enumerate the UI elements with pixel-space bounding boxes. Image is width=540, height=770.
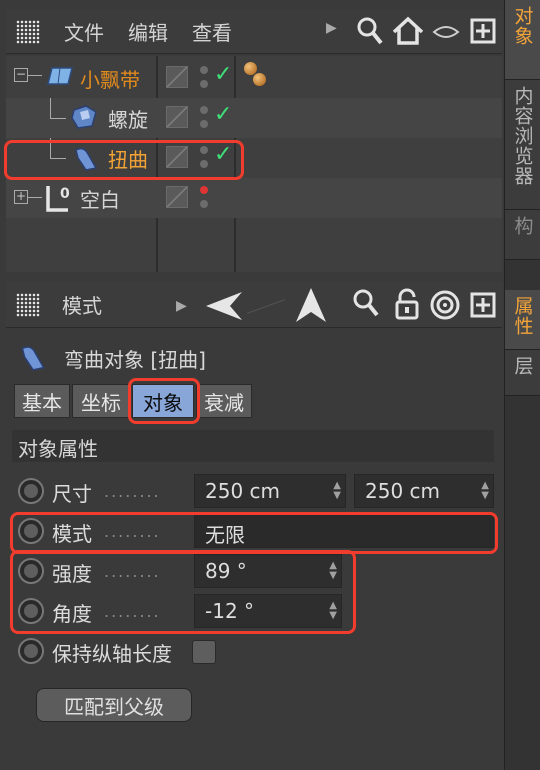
property-keep-length: 保持纵轴长度	[12, 632, 494, 670]
object-row-ribbon[interactable]: − 小飘带 ✓	[6, 58, 502, 98]
size-x-field[interactable]: 250 cm ▲ ▼	[194, 474, 346, 508]
plane-object-icon	[47, 67, 73, 85]
visibility-editor-dot[interactable]	[200, 66, 208, 74]
object-manager-toolbar: 文件 编辑 查看	[6, 10, 502, 54]
size-y-value: 250 cm	[365, 479, 441, 503]
grip-icon[interactable]	[16, 19, 40, 44]
keep-length-checkbox[interactable]	[192, 640, 216, 664]
back-arrow-icon[interactable]	[204, 290, 244, 322]
highlight-box-mode	[10, 512, 498, 554]
target-icon[interactable]	[430, 290, 460, 320]
tree-line	[28, 197, 42, 198]
tab-coordinates[interactable]: 坐标	[72, 384, 130, 418]
play-arrow-icon[interactable]: ▶	[326, 20, 337, 36]
animation-radio[interactable]	[18, 478, 44, 504]
attribute-title: 弯曲对象 [扭曲]	[64, 348, 206, 372]
visibility-editor-dot[interactable]	[200, 106, 208, 114]
tab-attributes[interactable]: 属性	[505, 290, 540, 350]
object-name[interactable]: 空白	[80, 184, 120, 213]
highlight-box-object-tab	[128, 378, 200, 424]
object-row-null[interactable]: + 0 空白	[6, 178, 502, 218]
tree-line	[50, 118, 66, 119]
tab-objects[interactable]: 对象	[505, 0, 540, 80]
highlight-box-twist-row	[4, 140, 244, 180]
highlight-box-strength-angle	[10, 550, 356, 634]
object-row-helix[interactable]: 螺旋 ✓	[6, 98, 502, 138]
layer-toggle[interactable]	[166, 66, 188, 88]
size-y-field[interactable]: 250 cm ▲ ▼	[354, 474, 494, 508]
size-x-value: 250 cm	[205, 479, 281, 503]
object-name[interactable]: 小飘带	[80, 64, 140, 93]
lock-icon[interactable]	[394, 288, 420, 320]
spinner-icon[interactable]: ▲ ▼	[333, 481, 341, 501]
menu-edit[interactable]: 编辑	[128, 17, 168, 46]
keep-length-label: 保持纵轴长度	[52, 642, 172, 666]
tree-line	[28, 75, 42, 76]
material-tag-icon[interactable]	[244, 62, 268, 92]
expand-toggle-icon[interactable]: +	[14, 190, 28, 204]
tab-layers[interactable]: 层	[505, 350, 540, 396]
tab-falloff[interactable]: 衰减	[196, 384, 252, 418]
collapse-toggle-icon[interactable]: −	[14, 68, 28, 82]
section-header-object-properties: 对象属性	[12, 430, 494, 462]
view-eye-icon[interactable]	[432, 22, 460, 42]
menu-file[interactable]: 文件	[64, 17, 104, 46]
leader-dots: ........	[104, 482, 161, 501]
menu-view[interactable]: 查看	[192, 17, 232, 46]
bend-deformer-icon	[21, 346, 46, 371]
object-name[interactable]: 螺旋	[108, 104, 148, 133]
svg-text:0: 0	[60, 186, 70, 202]
play-arrow-icon[interactable]: ▶	[176, 298, 187, 314]
helix-object-icon	[71, 105, 97, 129]
attribute-manager-toolbar: 模式	[6, 282, 502, 328]
size-label: 尺寸	[52, 482, 92, 506]
menu-mode[interactable]: 模式	[62, 290, 102, 319]
tab-basic[interactable]: 基本	[14, 384, 70, 418]
search-icon[interactable]	[352, 288, 380, 318]
layer-toggle[interactable]	[166, 106, 188, 128]
property-size: 尺寸 ........ 250 cm ▲ ▼ 250 cm ▲ ▼	[12, 472, 494, 510]
visibility-render-dot[interactable]	[200, 120, 208, 128]
tab-structure[interactable]: 构	[505, 210, 540, 260]
visibility-render-dot[interactable]	[200, 80, 208, 88]
tab-content-browser[interactable]: 内容浏览器	[505, 80, 540, 210]
side-tab-bar: 对象 内容浏览器 构 属性 层	[504, 0, 540, 770]
layer-toggle[interactable]	[166, 186, 188, 208]
visibility-render-dot[interactable]	[200, 200, 208, 208]
enabled-check-icon[interactable]: ✓	[214, 102, 232, 127]
match-to-parent-button[interactable]: 匹配到父级	[36, 688, 192, 722]
tree-line	[50, 98, 51, 118]
search-icon[interactable]	[356, 16, 384, 46]
enabled-check-icon[interactable]: ✓	[214, 62, 232, 87]
grip-icon[interactable]	[16, 292, 40, 317]
spinner-icon[interactable]: ▲ ▼	[481, 481, 489, 501]
animation-radio[interactable]	[18, 638, 44, 664]
visibility-editor-dot[interactable]	[200, 186, 208, 194]
new-panel-icon[interactable]	[470, 18, 496, 44]
null-object-icon: 0	[46, 186, 70, 212]
up-arrow-icon[interactable]	[294, 286, 328, 324]
home-icon[interactable]	[392, 16, 424, 46]
new-panel-icon[interactable]	[470, 292, 496, 318]
